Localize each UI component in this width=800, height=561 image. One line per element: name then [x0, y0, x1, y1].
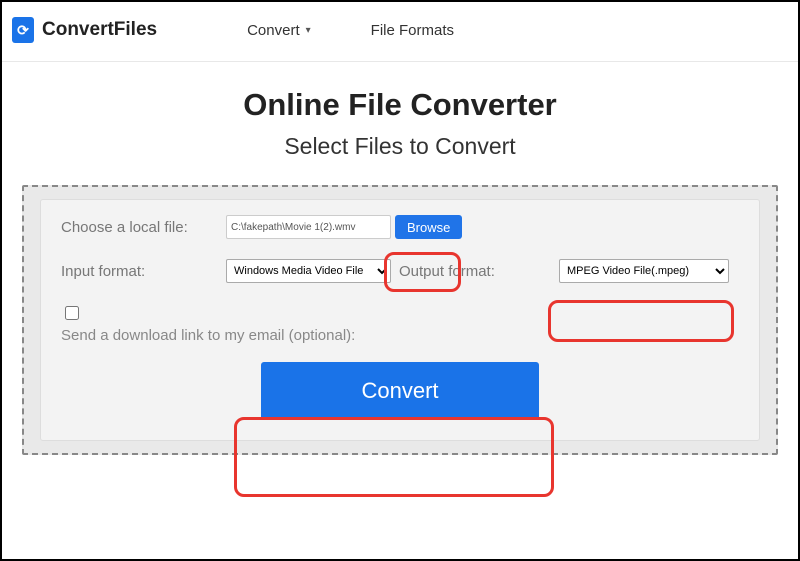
input-format-label: Input format:	[61, 263, 226, 280]
output-format-select[interactable]: MPEG Video File(.mpeg)	[559, 259, 729, 283]
chevron-down-icon: ▾	[306, 25, 311, 36]
choose-file-label: Choose a local file:	[61, 219, 226, 236]
file-row: Choose a local file: Browse	[61, 215, 739, 239]
header: ConvertFiles Convert ▾ File Formats	[2, 2, 798, 62]
email-row: Send a download link to my email (option…	[61, 303, 739, 344]
browse-button[interactable]: Browse	[395, 215, 462, 239]
brand-logo[interactable]: ConvertFiles	[12, 17, 157, 43]
convert-button[interactable]: Convert	[261, 362, 538, 420]
email-checkbox-label: Send a download link to my email (option…	[61, 327, 739, 344]
brand-name: ConvertFiles	[42, 19, 157, 41]
convert-wrap: Convert	[61, 362, 739, 420]
nav-file-formats[interactable]: File Formats	[371, 22, 454, 39]
dropzone[interactable]: Choose a local file: Browse Input format…	[22, 185, 778, 455]
page-title: Online File Converter	[2, 87, 798, 123]
page-subtitle: Select Files to Convert	[2, 133, 798, 160]
main-nav: Convert ▾ File Formats	[247, 22, 454, 39]
form-panel: Choose a local file: Browse Input format…	[40, 199, 760, 441]
format-row: Input format: Windows Media Video File O…	[61, 259, 739, 283]
nav-convert[interactable]: Convert ▾	[247, 22, 311, 39]
input-format-select[interactable]: Windows Media Video File	[226, 259, 391, 283]
logo-icon	[12, 17, 34, 43]
output-format-label: Output format:	[399, 263, 559, 280]
nav-formats-label: File Formats	[371, 22, 454, 39]
main-content: Online File Converter Select Files to Co…	[2, 62, 798, 455]
email-checkbox[interactable]	[65, 306, 79, 320]
file-path-input[interactable]	[226, 215, 391, 239]
nav-convert-label: Convert	[247, 22, 300, 39]
